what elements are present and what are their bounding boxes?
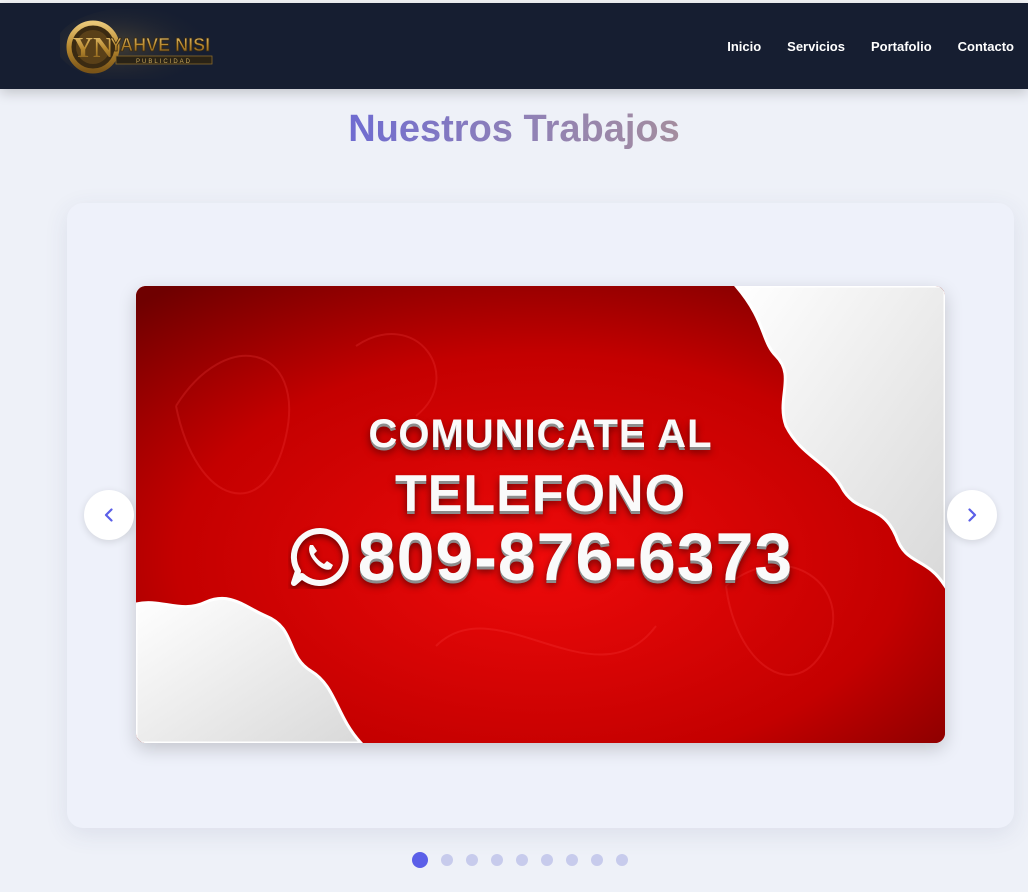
carousel-dot-9[interactable] [616, 854, 628, 866]
section-title-text: Nuestros Trabajos [348, 108, 680, 150]
carousel-dot-6[interactable] [541, 854, 553, 866]
nav-link-inicio[interactable]: Inicio [727, 39, 761, 54]
nav-link-contacto[interactable]: Contacto [958, 39, 1014, 54]
chevron-right-icon [968, 508, 977, 522]
chevron-left-icon [104, 508, 113, 522]
carousel-dot-5[interactable] [516, 854, 528, 866]
carousel-dot-4[interactable] [491, 854, 503, 866]
nav-link-portafolio[interactable]: Portafolio [871, 39, 932, 54]
logo-subtext: PUBLICIDAD [136, 59, 192, 65]
carousel-dot-1[interactable] [412, 852, 428, 868]
nav-link-servicios[interactable]: Servicios [787, 39, 845, 54]
carousel-indicators [0, 852, 1028, 868]
carousel-dot-7[interactable] [566, 854, 578, 866]
carousel-dot-2[interactable] [441, 854, 453, 866]
portfolio-carousel: COMUNICATE AL TELEFONO 809-876-6373 [67, 203, 1014, 828]
slide-phone-row: 809-876-6373 [136, 518, 945, 596]
navbar: YN YAHVE NISI PUBLICIDAD Inicio Servicio… [0, 3, 1028, 89]
svg-text:YN: YN [73, 33, 113, 64]
carousel-slide[interactable]: COMUNICATE AL TELEFONO 809-876-6373 [136, 286, 945, 743]
section-title: Nuestros Trabajos [0, 108, 1028, 151]
main-nav: Inicio Servicios Portafolio Contacto [727, 3, 1014, 89]
carousel-prev-button[interactable] [84, 490, 134, 540]
slide-line-1: COMUNICATE AL [368, 412, 713, 456]
logo-text: YAHVE NISI [110, 35, 210, 55]
slide-line-2: TELEFONO [394, 465, 687, 523]
carousel-dot-8[interactable] [591, 854, 603, 866]
site-logo[interactable]: YN YAHVE NISI PUBLICIDAD [56, 7, 224, 83]
whatsapp-icon [288, 525, 352, 589]
carousel-dot-3[interactable] [466, 854, 478, 866]
carousel-next-button[interactable] [947, 490, 997, 540]
slide-phone-number: 809-876-6373 [357, 519, 794, 595]
